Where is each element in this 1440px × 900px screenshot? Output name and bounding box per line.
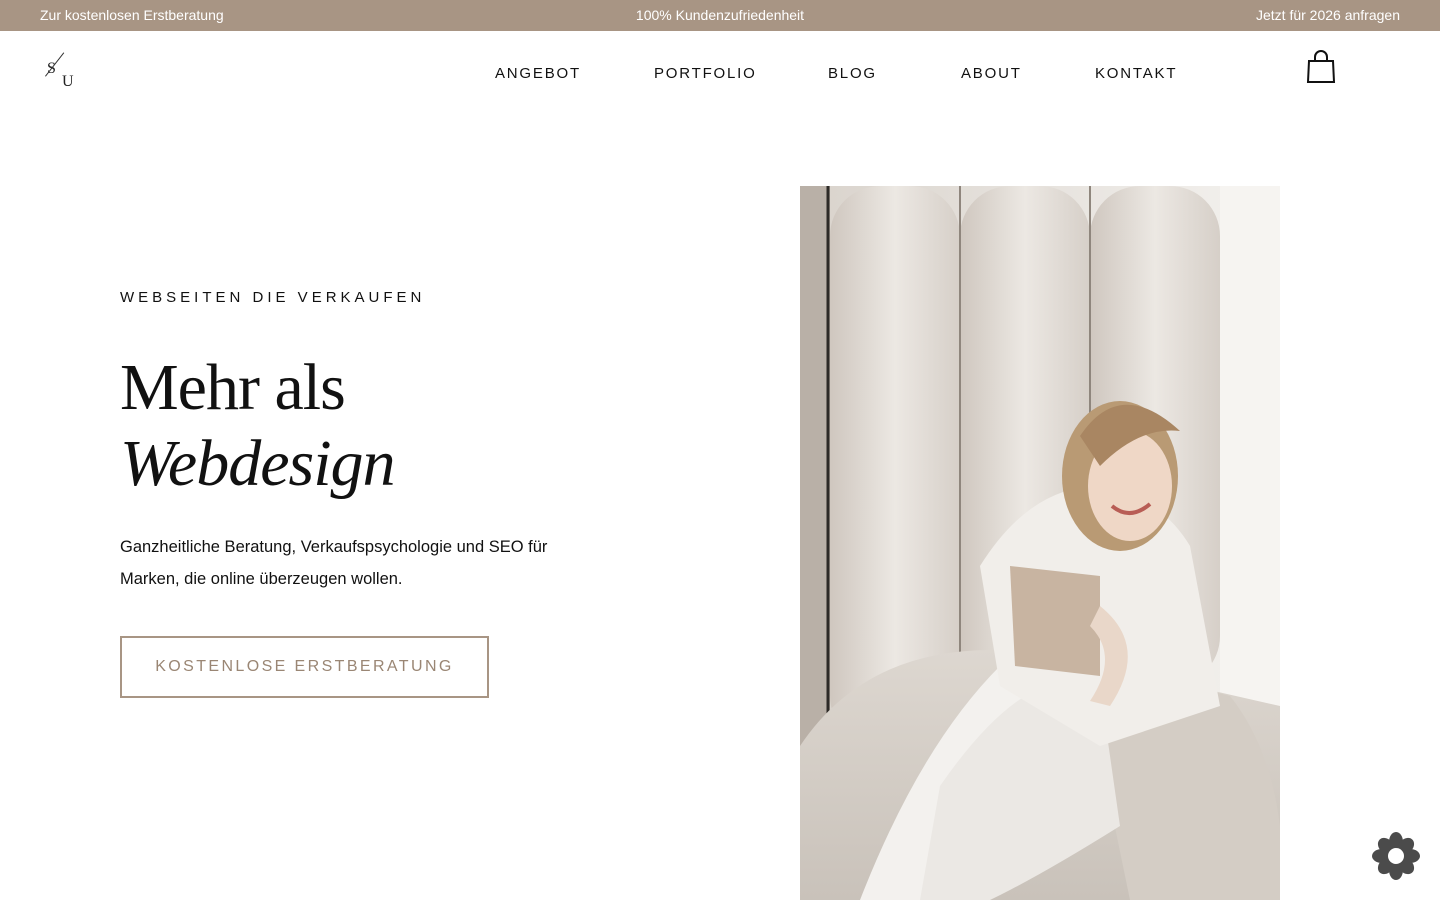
inquire-2026-link[interactable]: Jetzt für 2026 anfragen — [1256, 7, 1400, 23]
announcement-bar: Zur kostenlosen Erstberatung 100% Kunden… — [0, 0, 1440, 31]
free-consultation-button[interactable]: KOSTENLOSE ERSTBERATUNG — [120, 636, 489, 698]
hero-title-line-2: Webdesign — [120, 427, 396, 500]
hero-description: Ganzheitliche Beratung, Verkaufspsycholo… — [120, 538, 548, 588]
nav-item-blog[interactable]: BLOG — [828, 65, 877, 82]
satisfaction-text: 100% Kundenzufriedenheit — [635, 7, 805, 23]
hero-title: Mehr als Webdesign — [120, 350, 396, 502]
flower-badge-icon[interactable] — [1371, 831, 1421, 881]
nav-item-about[interactable]: ABOUT — [961, 65, 1022, 82]
nav-item-kontakt[interactable]: KONTAKT — [1095, 65, 1177, 82]
shopping-bag-icon[interactable] — [1306, 50, 1336, 84]
nav-item-portfolio[interactable]: PORTFOLIO — [654, 65, 757, 82]
hero-portrait-image — [800, 186, 1280, 900]
flower-badge-icon-graphic — [1372, 832, 1420, 880]
main-navigation: ANGEBOT PORTFOLIO BLOG ABOUT KONTAKT — [0, 65, 1440, 85]
shopping-bag-icon-graphic — [1306, 50, 1336, 83]
nav-item-angebot[interactable]: ANGEBOT — [495, 65, 581, 82]
hero-title-line-1: Mehr als — [120, 351, 346, 424]
hero-eyebrow: WEBSEITEN DIE VERKAUFEN — [120, 289, 426, 306]
